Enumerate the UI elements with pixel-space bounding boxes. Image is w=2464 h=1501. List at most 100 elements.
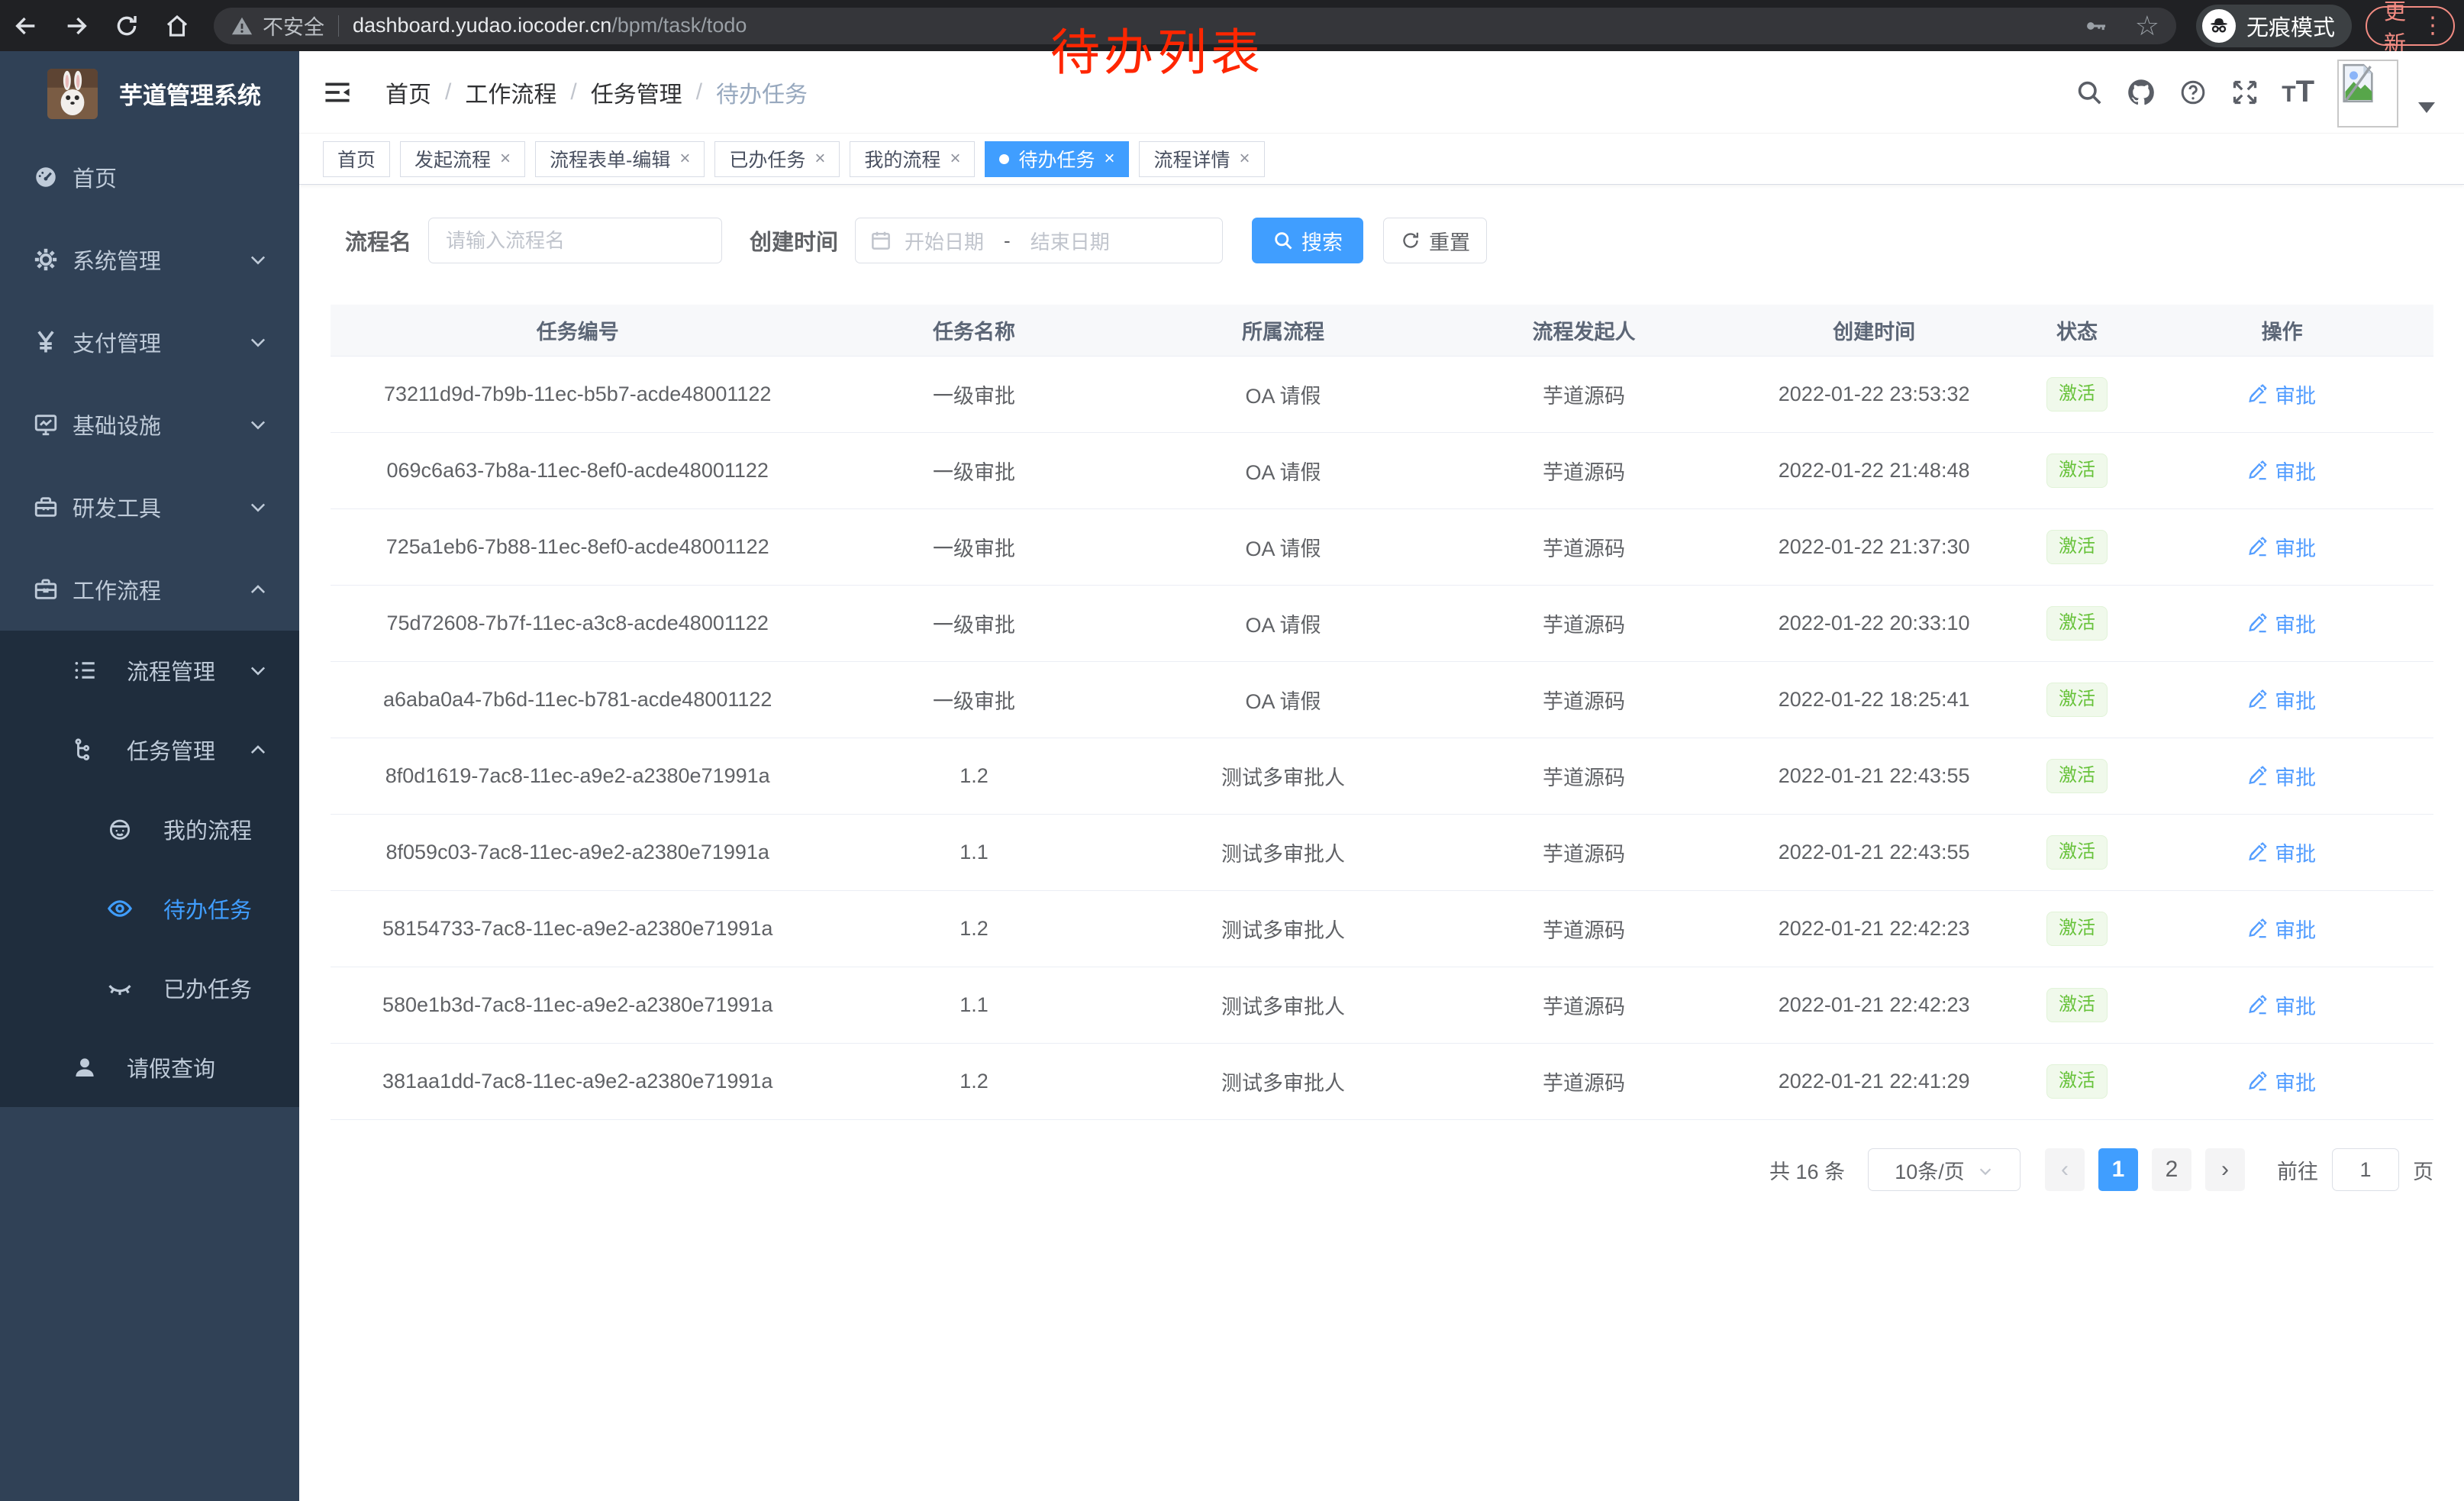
page-size-select[interactable]: 10条/页 [1868,1148,2021,1191]
sidebar-item-devtools[interactable]: 研发工具 [0,466,299,548]
close-icon[interactable]: × [950,150,960,168]
process-cell: 测试多审批人 [1124,990,1443,1020]
process-name-input[interactable] [428,218,722,263]
approve-button[interactable]: 审批 [2248,914,2316,944]
sidebar-item-system[interactable]: 系统管理 [0,218,299,301]
not-secure-icon[interactable] [231,15,253,37]
tab-已办任务[interactable]: 已办任务× [714,141,840,177]
forward-icon[interactable] [63,12,90,40]
close-icon[interactable]: × [679,150,690,168]
sidebar-item-infra[interactable]: 基础设施 [0,383,299,466]
close-icon[interactable]: × [1104,150,1114,168]
bookmark-star-icon[interactable]: ☆ [2135,12,2159,40]
pen-icon [2248,995,2269,1015]
close-icon[interactable]: × [1240,150,1250,168]
status-cell: 激活 [2024,1064,2131,1099]
created-time-cell: 2022-01-22 21:37:30 [1725,535,2024,559]
sidebar-toggle[interactable] [323,79,352,105]
column-header: 任务名称 [824,315,1123,345]
status-cell: 激活 [2024,759,2131,793]
date-range-input[interactable]: 开始日期 - 结束日期 [855,218,1223,263]
browser-menu-icon[interactable]: ⋮ [2421,15,2444,37]
range-separator: - [1004,229,1011,253]
initiator-cell: 芋道源码 [1443,761,1724,791]
sidebar-item-todo-task[interactable]: 待办任务 [0,869,299,948]
table-row: 58154733-7ac8-11ec-a9e2-a2380e71991a1.2测… [331,891,2433,967]
tab-流程详情[interactable]: 流程详情× [1139,141,1264,177]
status-cell: 激活 [2024,683,2131,717]
github-icon[interactable] [2126,77,2156,108]
end-date-placeholder: 结束日期 [1030,227,1110,255]
tab-流程表单-编辑[interactable]: 流程表单-编辑× [535,141,705,177]
tab-label: 首页 [337,145,376,173]
font-size-icon[interactable]: TT [2282,75,2314,109]
approve-button[interactable]: 审批 [2248,685,2316,715]
sidebar-item-home[interactable]: 首页 [0,136,299,218]
status-badge: 激活 [2046,835,2108,870]
avatar[interactable] [2337,60,2398,128]
fullscreen-icon[interactable] [2230,77,2260,108]
tab-发起流程[interactable]: 发起流程× [400,141,525,177]
password-key-icon[interactable] [2083,13,2109,39]
breadcrumb-item: 待办任务 [716,76,808,109]
status-cell: 激活 [2024,377,2131,412]
tab-label: 我的流程 [864,145,940,173]
approve-button[interactable]: 审批 [2248,532,2316,562]
chevron-up-icon [247,739,269,760]
tab-我的流程[interactable]: 我的流程 × [850,141,975,177]
update-label: 更新 [2384,0,2414,58]
back-icon[interactable] [12,12,40,40]
approve-button[interactable]: 审批 [2248,761,2316,791]
initiator-cell: 芋道源码 [1443,608,1724,638]
approve-button[interactable]: 审批 [2248,379,2316,409]
approve-button[interactable]: 审批 [2248,838,2316,867]
tab-待办任务[interactable]: 待办任务× [985,141,1129,177]
approve-button[interactable]: 审批 [2248,1067,2316,1096]
sidebar-item-my-process[interactable]: 我的流程 [0,789,299,869]
sidebar-item-process-mgmt[interactable]: 流程管理 [0,631,299,710]
pen-icon [2248,460,2269,481]
sidebar-item-payment[interactable]: 支付管理 [0,301,299,383]
action-cell: 审批 [2130,532,2433,563]
action-cell: 审批 [2130,838,2433,868]
sidebar-item-workflow[interactable]: 工作流程 [0,548,299,631]
incognito-badge: 无痕模式 [2196,5,2352,47]
close-icon[interactable]: × [500,150,511,168]
table-body: 73211d9d-7b9b-11ec-b5b7-acde48001122一级审批… [331,357,2433,1120]
process-cell: 测试多审批人 [1124,1067,1443,1096]
status-badge: 激活 [2046,988,2108,1022]
pen-icon [2248,766,2269,786]
tab-首页[interactable]: 首页 [323,141,390,177]
update-button[interactable]: 更新 ⋮ [2366,6,2455,46]
approve-button[interactable]: 审批 [2248,990,2316,1020]
goto-page-input[interactable] [2332,1148,2399,1191]
breadcrumb: 首页/工作流程/任务管理/待办任务 [385,76,808,109]
reload-icon[interactable] [113,12,140,40]
approve-button[interactable]: 审批 [2248,456,2316,486]
home-icon[interactable] [163,12,191,40]
search-button[interactable]: 搜索 [1252,218,1363,263]
chevron-down-icon [247,496,269,518]
help-icon[interactable] [2178,77,2208,108]
task-name-cell: 一级审批 [824,608,1123,638]
status-cell: 激活 [2024,912,2131,946]
sidebar-item-leave-query[interactable]: 请假查询 [0,1028,299,1107]
page-button-2[interactable]: 2 [2152,1148,2191,1191]
chevron-down-icon [1977,1161,1994,1178]
table-row: 725a1eb6-7b88-11ec-8ef0-acde48001122一级审批… [331,509,2433,586]
prev-page-button[interactable]: ‹ [2045,1148,2085,1191]
sidebar-item-done-task[interactable]: 已办任务 [0,948,299,1028]
process-cell: OA 请假 [1124,456,1443,486]
avatar-caret-icon[interactable] [2418,102,2435,113]
next-page-button[interactable]: › [2205,1148,2245,1191]
pen-icon [2248,918,2269,939]
breadcrumb-item[interactable]: 工作流程 [465,76,556,109]
close-icon[interactable]: × [814,150,825,168]
breadcrumb-item[interactable]: 首页 [385,76,431,109]
sidebar-item-task-mgmt[interactable]: 任务管理 [0,710,299,789]
breadcrumb-item[interactable]: 任务管理 [591,76,682,109]
approve-button[interactable]: 审批 [2248,608,2316,638]
search-icon[interactable] [2074,77,2104,108]
page-button-1[interactable]: 1 [2098,1148,2138,1191]
reset-button[interactable]: 重置 [1383,218,1487,263]
